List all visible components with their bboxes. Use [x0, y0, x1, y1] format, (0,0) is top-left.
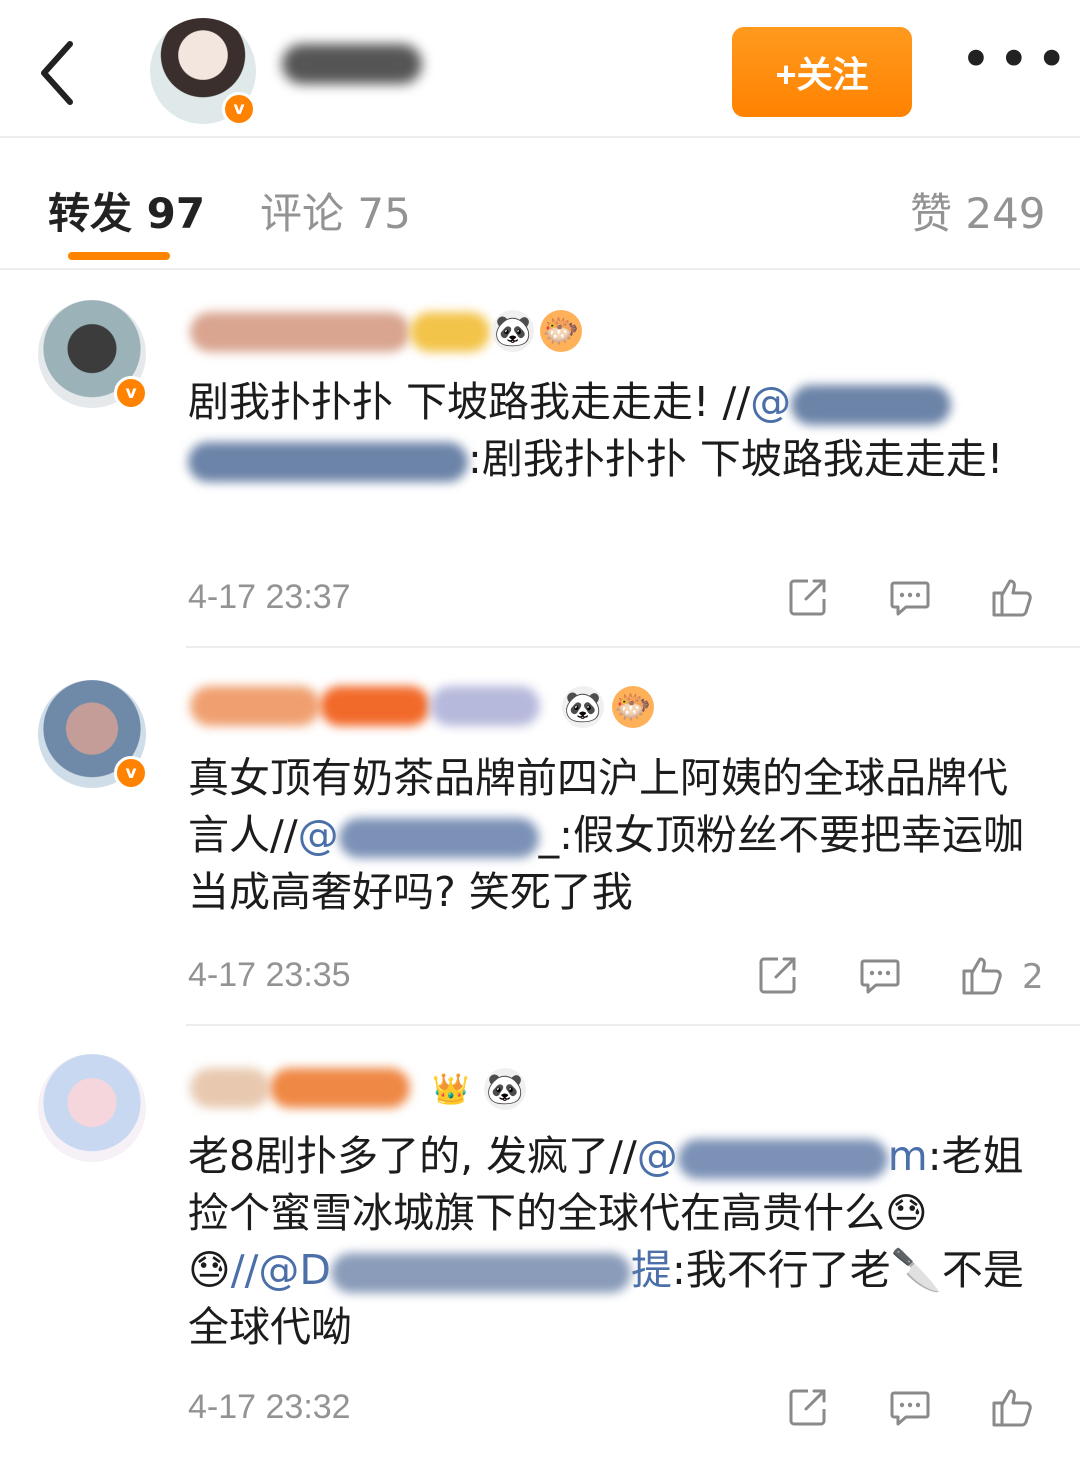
like-icon[interactable] — [960, 953, 1004, 997]
comment-icon[interactable] — [888, 575, 932, 619]
panda-icon: 🐼 — [492, 310, 534, 352]
repost-text: 老8剧扑多了的, 发疯了//@ m:老姐捡个蜜雪冰城旗下的全球代在高贵什么😓😓//… — [188, 1132, 1024, 1351]
timestamp: 4-17 23:35 — [188, 956, 351, 994]
author-name-redacted[interactable] — [282, 44, 422, 84]
tab-likes[interactable]: 赞 249 — [910, 180, 1046, 241]
divider — [186, 1024, 1080, 1026]
like-count: 2 — [1022, 957, 1044, 997]
tab-bar: 转发 97 评论 75 赞 249 — [0, 140, 1080, 270]
timestamp: 4-17 23:37 — [188, 578, 351, 616]
mention-link[interactable]: @ — [750, 378, 952, 426]
share-icon[interactable] — [756, 953, 800, 997]
fish-icon: 🐡 — [540, 310, 582, 352]
back-icon[interactable] — [36, 38, 92, 108]
tab-reposts[interactable]: 转发 97 — [48, 180, 205, 241]
panda-icon: 🐼 — [484, 1068, 526, 1110]
repost-item: v 🐼 🐡 真女顶有奶茶品牌前四沪上阿姨的全球品牌代言人//@ _:假女顶粉丝不要… — [0, 668, 1080, 1024]
share-icon[interactable] — [786, 1385, 830, 1429]
timestamp: 4-17 23:32 — [188, 1388, 351, 1426]
repost-item: v 🐼 🐡 剧我扑扑扑 下坡路我走走走! //@ :剧我扑扑扑 下坡路我走走走!… — [0, 290, 1080, 646]
repost-text: 真女顶有奶茶品牌前四沪上阿姨的全球品牌代言人//@ _:假女顶粉丝不要把幸运咖当成… — [188, 754, 1024, 916]
mention-link[interactable]: @ m — [637, 1132, 928, 1180]
username-redacted[interactable] — [190, 1068, 420, 1112]
like-icon[interactable] — [990, 575, 1034, 619]
repost-item: 👑 🐼 老8剧扑多了的, 发疯了//@ m:老姐捡个蜜雪冰城旗下的全球代在高贵什么… — [0, 1044, 1080, 1464]
fish-icon: 🐡 — [612, 686, 654, 728]
crown-icon: 👑 — [432, 1071, 470, 1107]
follow-button[interactable]: +关注 — [732, 27, 912, 117]
username-redacted[interactable] — [190, 686, 560, 730]
active-tab-indicator — [68, 252, 170, 260]
panda-icon: 🐼 — [562, 686, 604, 728]
comment-icon[interactable] — [888, 1385, 932, 1429]
avatar[interactable] — [38, 1054, 146, 1162]
tab-comments[interactable]: 评论 75 — [260, 180, 411, 241]
comment-icon[interactable] — [858, 953, 902, 997]
mention-link[interactable]: @ — [298, 811, 539, 859]
like-icon[interactable] — [990, 1385, 1034, 1429]
repost-text: 剧我扑扑扑 下坡路我走走走! //@ :剧我扑扑扑 下坡路我走走走! — [188, 378, 1004, 483]
share-icon[interactable] — [786, 575, 830, 619]
username-redacted[interactable] — [190, 312, 510, 356]
top-bar: v +关注 ••• — [0, 0, 1080, 138]
divider — [186, 646, 1080, 648]
verified-icon: v — [222, 92, 256, 126]
more-icon[interactable]: ••• — [960, 33, 1068, 100]
mention-link[interactable]: //@D 提 — [231, 1246, 672, 1294]
verified-icon: v — [114, 756, 148, 790]
verified-icon: v — [114, 376, 148, 410]
knife-emoji: 🔪 — [890, 1246, 942, 1294]
